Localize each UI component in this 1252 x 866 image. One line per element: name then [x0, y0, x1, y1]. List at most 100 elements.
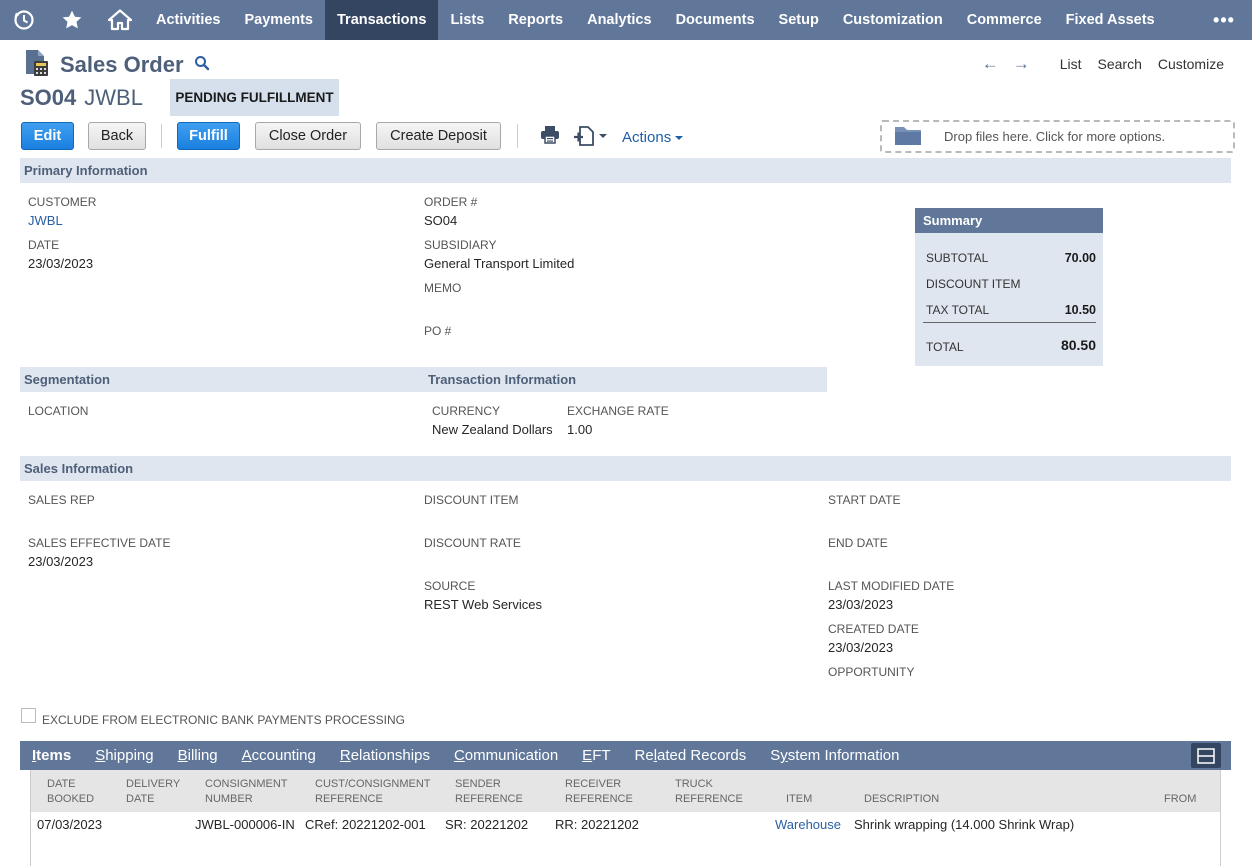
nav-analytics[interactable]: Analytics [575, 0, 663, 40]
nav-transactions[interactable]: Transactions [325, 0, 439, 40]
customer-label: CUSTOMER [28, 195, 97, 209]
summary-discount-row: DISCOUNT ITEM [926, 277, 1096, 291]
po-number-label: PO # [424, 324, 452, 338]
more-menu-icon[interactable]: ••• [1196, 0, 1252, 40]
discount-rate-label: DISCOUNT RATE [424, 536, 521, 550]
location-label: LOCATION [28, 404, 89, 418]
previous-record-arrow-icon[interactable]: ← [982, 54, 999, 74]
total-label: TOTAL [926, 340, 964, 354]
tab-items[interactable]: Items [20, 747, 83, 764]
tab-shipping[interactable]: Shipping [83, 747, 165, 764]
cell-receiver-reference: RR: 20221202 [555, 817, 639, 832]
tab-accounting[interactable]: Accounting [230, 747, 328, 764]
col-delivery-date[interactable]: DELIVERY DATE [126, 777, 180, 807]
next-record-arrow-icon[interactable]: → [1013, 54, 1030, 74]
col-truck-reference[interactable]: TRUCK REFERENCE [675, 777, 743, 807]
created-date-label: CREATED DATE [828, 622, 919, 636]
nav-payments[interactable]: Payments [232, 0, 325, 40]
recent-records-icon[interactable] [0, 0, 48, 40]
nav-customization[interactable]: Customization [831, 0, 955, 40]
date-label: DATE [28, 238, 60, 252]
col-item[interactable]: ITEM [786, 792, 812, 807]
exclude-bank-payments-label: EXCLUDE FROM ELECTRONIC BANK PAYMENTS PR… [42, 713, 405, 727]
created-date-value: 23/03/2023 [828, 640, 894, 655]
record-header: SO04 JWBL [20, 80, 143, 116]
col-consignment-number[interactable]: CONSIGNMENT NUMBER [205, 777, 288, 807]
items-table: DATE BOOKED DELIVERY DATE CONSIGNMENT NUMBE… [30, 770, 1221, 866]
cell-cust-reference: CRef: 20221202-001 [305, 817, 426, 832]
sales-effective-date-label: SALES EFFECTIVE DATE [28, 536, 171, 550]
currency-value: New Zealand Dollars [432, 422, 553, 437]
folder-icon [894, 124, 922, 149]
record-number: SO04 [20, 85, 77, 110]
col-date-booked[interactable]: DATE BOOKED [47, 777, 94, 807]
new-document-dropdown-icon[interactable] [574, 125, 608, 146]
discount-item-label: DISCOUNT ITEM [424, 493, 519, 507]
customer-link[interactable]: JWBL [28, 213, 63, 228]
exclude-bank-payments-checkbox[interactable] [21, 708, 36, 723]
tab-system-information[interactable]: System Information [758, 747, 911, 764]
exchange-rate-label: EXCHANGE RATE [567, 404, 669, 418]
segmentation-header[interactable]: Segmentation [20, 367, 424, 392]
total-value: 80.50 [1060, 337, 1096, 353]
top-links: ← → List Search Customize [982, 54, 1224, 74]
cell-description: Shrink wrapping (14.000 Shrink Wrap) [854, 817, 1075, 832]
chevron-down-icon [675, 135, 684, 140]
tab-relationships[interactable]: Relationships [328, 747, 442, 764]
list-link[interactable]: List [1060, 56, 1082, 72]
nav-lists[interactable]: Lists [438, 0, 496, 40]
cell-sender-reference: SR: 20221202 [445, 817, 529, 832]
end-date-label: END DATE [828, 536, 888, 550]
actions-menu[interactable]: Actions [622, 129, 684, 146]
print-icon[interactable] [540, 125, 560, 147]
nav-fixed-assets[interactable]: Fixed Assets [1054, 0, 1167, 40]
customize-link[interactable]: Customize [1158, 56, 1224, 72]
toggle-view-icon[interactable] [1191, 743, 1221, 768]
sales-order-icon [22, 48, 52, 81]
transaction-information-header[interactable]: Transaction Information [424, 367, 827, 392]
items-table-header: DATE BOOKED DELIVERY DATE CONSIGNMENT NUMBE… [31, 770, 1220, 812]
fulfill-button[interactable]: Fulfill [177, 121, 240, 150]
favorites-star-icon[interactable] [48, 0, 96, 40]
col-from[interactable]: FROM [1164, 792, 1196, 807]
summary-divider [923, 322, 1096, 323]
subtab-bar: Items Shipping Billing Accounting Relati… [20, 741, 1231, 770]
cell-item-link[interactable]: Warehouse [775, 817, 841, 832]
search-icon[interactable] [194, 55, 210, 74]
sales-rep-label: SALES REP [28, 493, 95, 507]
col-sender-reference[interactable]: SENDER REFERENCE [455, 777, 523, 807]
col-cust-consignment-reference[interactable]: CUST/CONSIGNMENT REFERENCE [315, 777, 431, 807]
subsidiary-value: General Transport Limited [424, 256, 575, 271]
file-dropzone[interactable]: Drop files here. Click for more options. [880, 120, 1235, 153]
tab-eft[interactable]: EFT [570, 747, 622, 764]
edit-button[interactable]: Edit [21, 121, 74, 150]
nav-setup[interactable]: Setup [767, 0, 831, 40]
back-button[interactable]: Back [88, 121, 146, 150]
last-modified-date-value: 23/03/2023 [828, 597, 894, 612]
search-link[interactable]: Search [1098, 56, 1142, 72]
nav-documents[interactable]: Documents [664, 0, 767, 40]
nav-activities[interactable]: Activities [144, 0, 232, 40]
create-deposit-button[interactable]: Create Deposit [376, 121, 501, 150]
order-number-label: ORDER # [424, 195, 478, 209]
col-receiver-reference[interactable]: RECEIVER REFERENCE [565, 777, 633, 807]
tab-related-records[interactable]: Related Records [623, 747, 759, 764]
sales-information-header[interactable]: Sales Information [20, 456, 1231, 481]
primary-information-header[interactable]: Primary Information [20, 158, 1231, 183]
subsidiary-label: SUBSIDIARY [424, 238, 497, 252]
source-value: REST Web Services [424, 597, 543, 612]
home-icon[interactable] [96, 0, 144, 40]
nav-commerce[interactable]: Commerce [955, 0, 1054, 40]
opportunity-label: OPPORTUNITY [828, 665, 915, 679]
col-description[interactable]: DESCRIPTION [864, 792, 939, 807]
page-title: Sales Order [60, 51, 184, 77]
start-date-label: START DATE [828, 493, 901, 507]
top-navigation: Activities Payments Transactions Lists R… [0, 0, 1252, 40]
summary-tax-row: TAX TOTAL 10.50 [926, 303, 1096, 317]
nav-reports[interactable]: Reports [496, 0, 575, 40]
tab-communication[interactable]: Communication [442, 747, 570, 764]
source-label: SOURCE [424, 579, 476, 593]
tab-billing[interactable]: Billing [166, 747, 230, 764]
action-toolbar: Edit Back Fulfill Close Order Create Dep… [21, 121, 684, 150]
close-order-button[interactable]: Close Order [255, 121, 361, 150]
